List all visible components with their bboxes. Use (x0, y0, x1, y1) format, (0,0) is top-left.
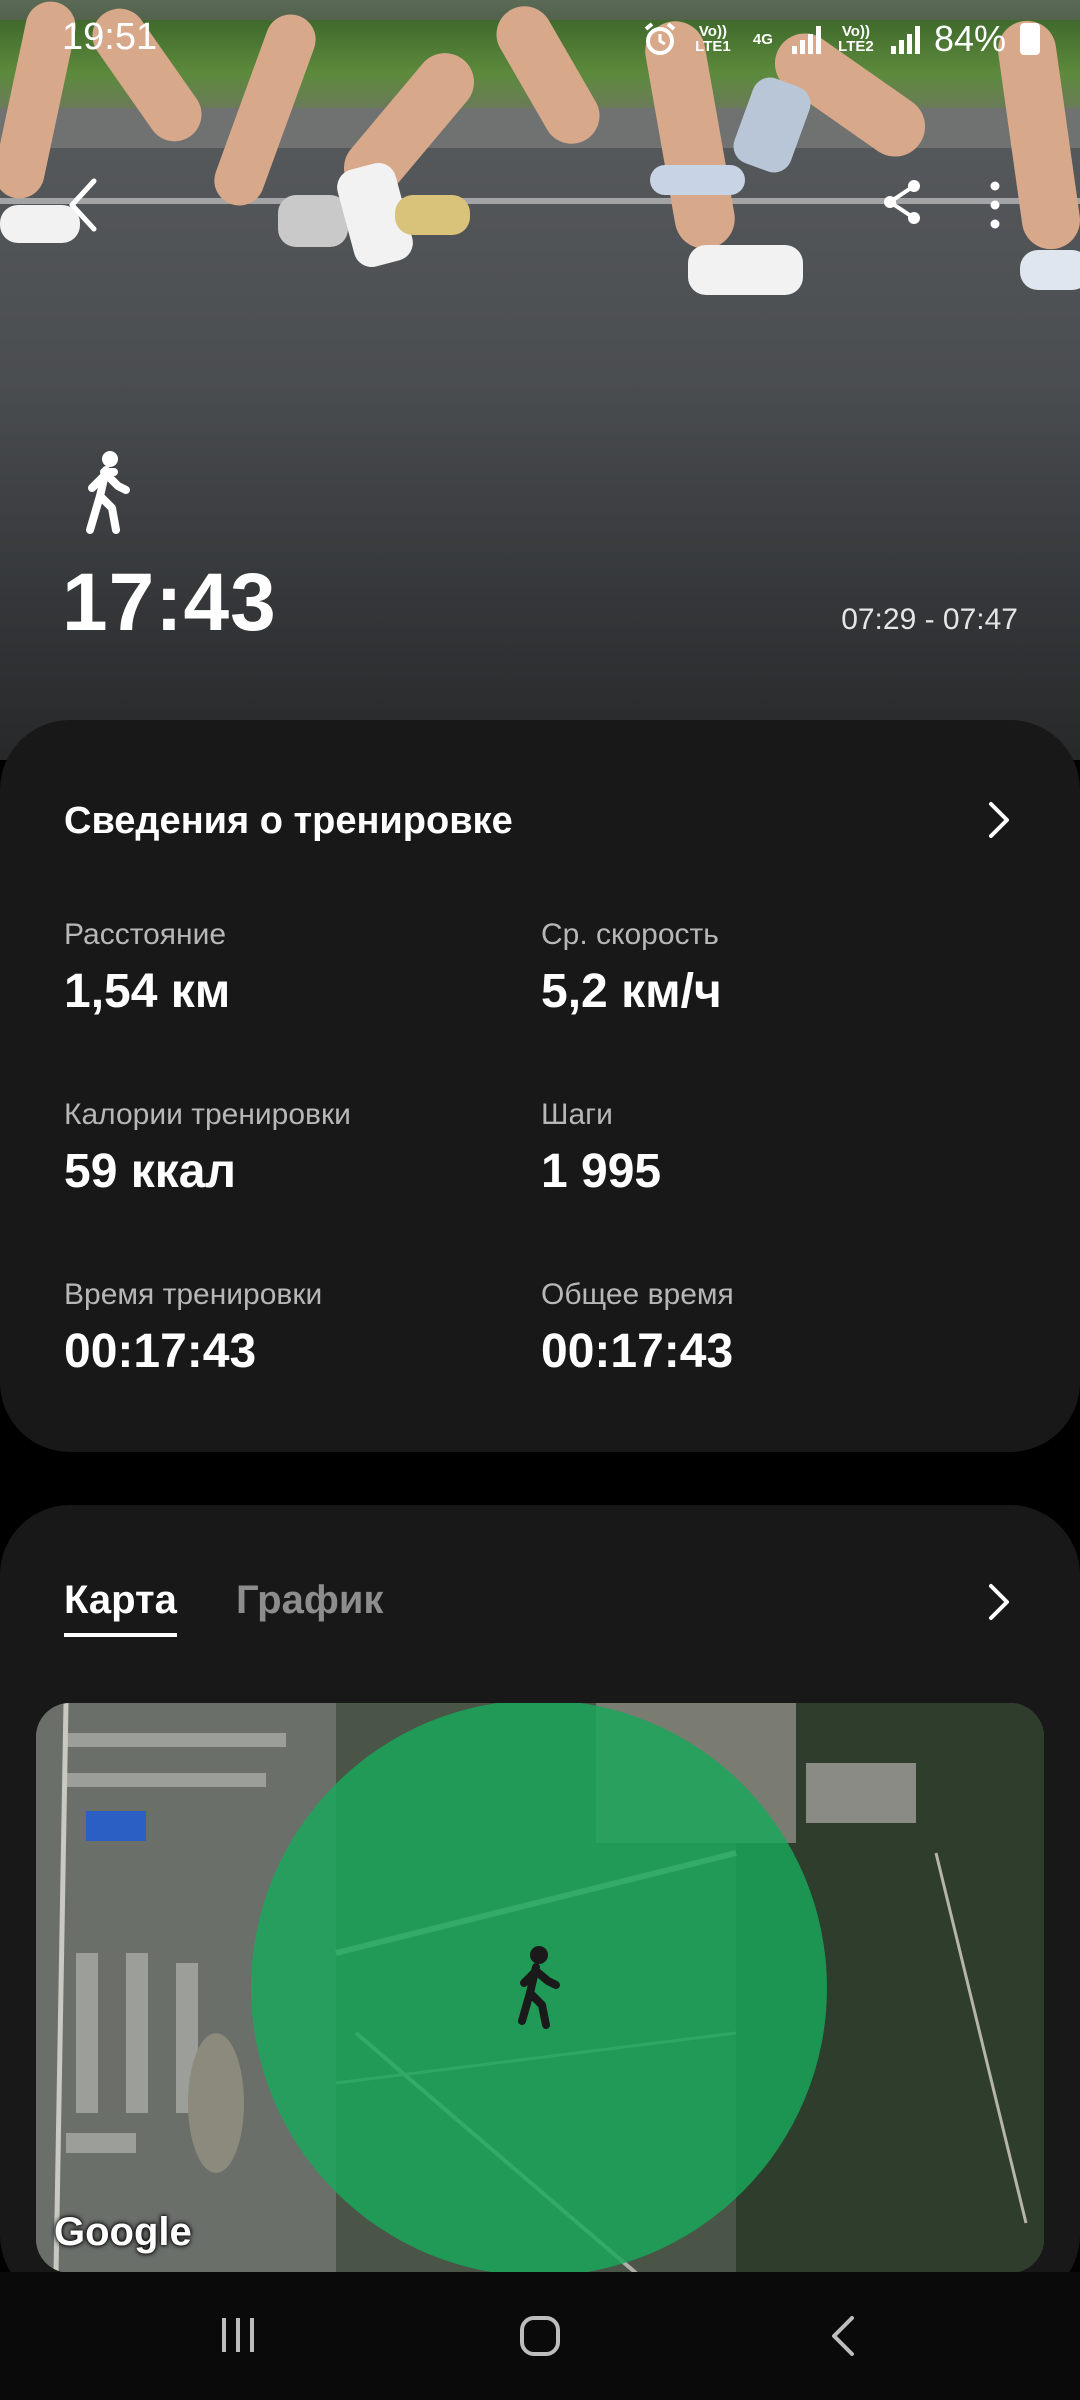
running-shoe (395, 195, 470, 235)
running-shoe (278, 195, 348, 247)
stat-value: 00:17:43 (64, 1325, 257, 1378)
running-shoe (688, 245, 803, 295)
stat-label: Расстояние (64, 918, 227, 951)
stat-value: 00:17:43 (541, 1325, 734, 1378)
stat-label: Время тренировки (64, 1278, 323, 1311)
running-shoe (650, 165, 745, 195)
google-attribution: Google (54, 2210, 192, 2254)
battery-icon (1020, 23, 1040, 55)
stat-label: Общее время (541, 1278, 734, 1311)
stat-label: Шаги (541, 1098, 613, 1131)
tab-map[interactable]: Карта (64, 1578, 177, 1637)
stat-calories: Калории тренировки 59 ккал (64, 1098, 351, 1199)
stat-label: Калории тренировки (64, 1098, 351, 1131)
share-icon[interactable] (880, 178, 924, 226)
home-icon[interactable] (518, 2314, 562, 2358)
walking-icon (86, 451, 130, 534)
stat-distance: Расстояние 1,54 км (64, 918, 230, 1019)
stat-value: 5,2 км/ч (541, 965, 722, 1018)
sim2-label: Vo)) LTE2 (838, 23, 874, 55)
sim1-label: Vo)) LTE1 (695, 23, 731, 55)
stat-value: 1 995 (541, 1145, 662, 1198)
more-options-icon[interactable] (980, 180, 1010, 230)
stat-workout-time: Время тренировки 00:17:43 (64, 1278, 322, 1379)
signal-icon (791, 24, 821, 54)
workout-duration: 17:43 (62, 557, 277, 648)
stat-steps: Шаги 1 995 (541, 1098, 661, 1199)
battery-percent: 84% (933, 18, 1006, 59)
workout-time-range: 07:29 - 07:47 (841, 603, 1018, 636)
system-navigation-bar (0, 2272, 1080, 2400)
recent-apps-icon[interactable] (218, 2314, 258, 2354)
back-icon[interactable] (828, 2314, 858, 2358)
stat-total-time: Общее время 00:17:43 (541, 1278, 734, 1379)
stat-value: 59 ккал (64, 1145, 236, 1198)
stat-value: 1,54 км (64, 965, 231, 1018)
chevron-right-icon[interactable] (985, 798, 1013, 842)
route-map[interactable]: Google (36, 1703, 1044, 2273)
network-type: 4G (752, 30, 773, 48)
status-time: 19:51 (62, 16, 158, 58)
alarm-icon (644, 22, 676, 55)
status-bar: 19:51 Vo)) LTE1 4G Vo)) LTE2 84% (0, 0, 1080, 80)
tab-graph[interactable]: График (236, 1578, 383, 1633)
chevron-right-icon[interactable] (985, 1580, 1013, 1624)
running-shoe (1020, 250, 1080, 290)
stat-label: Ср. скорость (541, 918, 719, 951)
signal-icon (890, 24, 920, 54)
location-accuracy-circle (251, 1703, 827, 2273)
stat-avg-speed: Ср. скорость 5,2 км/ч (541, 918, 722, 1019)
workout-details-title: Сведения о тренировке (64, 800, 513, 842)
status-icons: Vo)) LTE1 4G Vo)) LTE2 84% (642, 18, 1040, 60)
back-arrow-icon[interactable] (60, 175, 104, 235)
satellite-map (36, 1703, 1044, 2273)
